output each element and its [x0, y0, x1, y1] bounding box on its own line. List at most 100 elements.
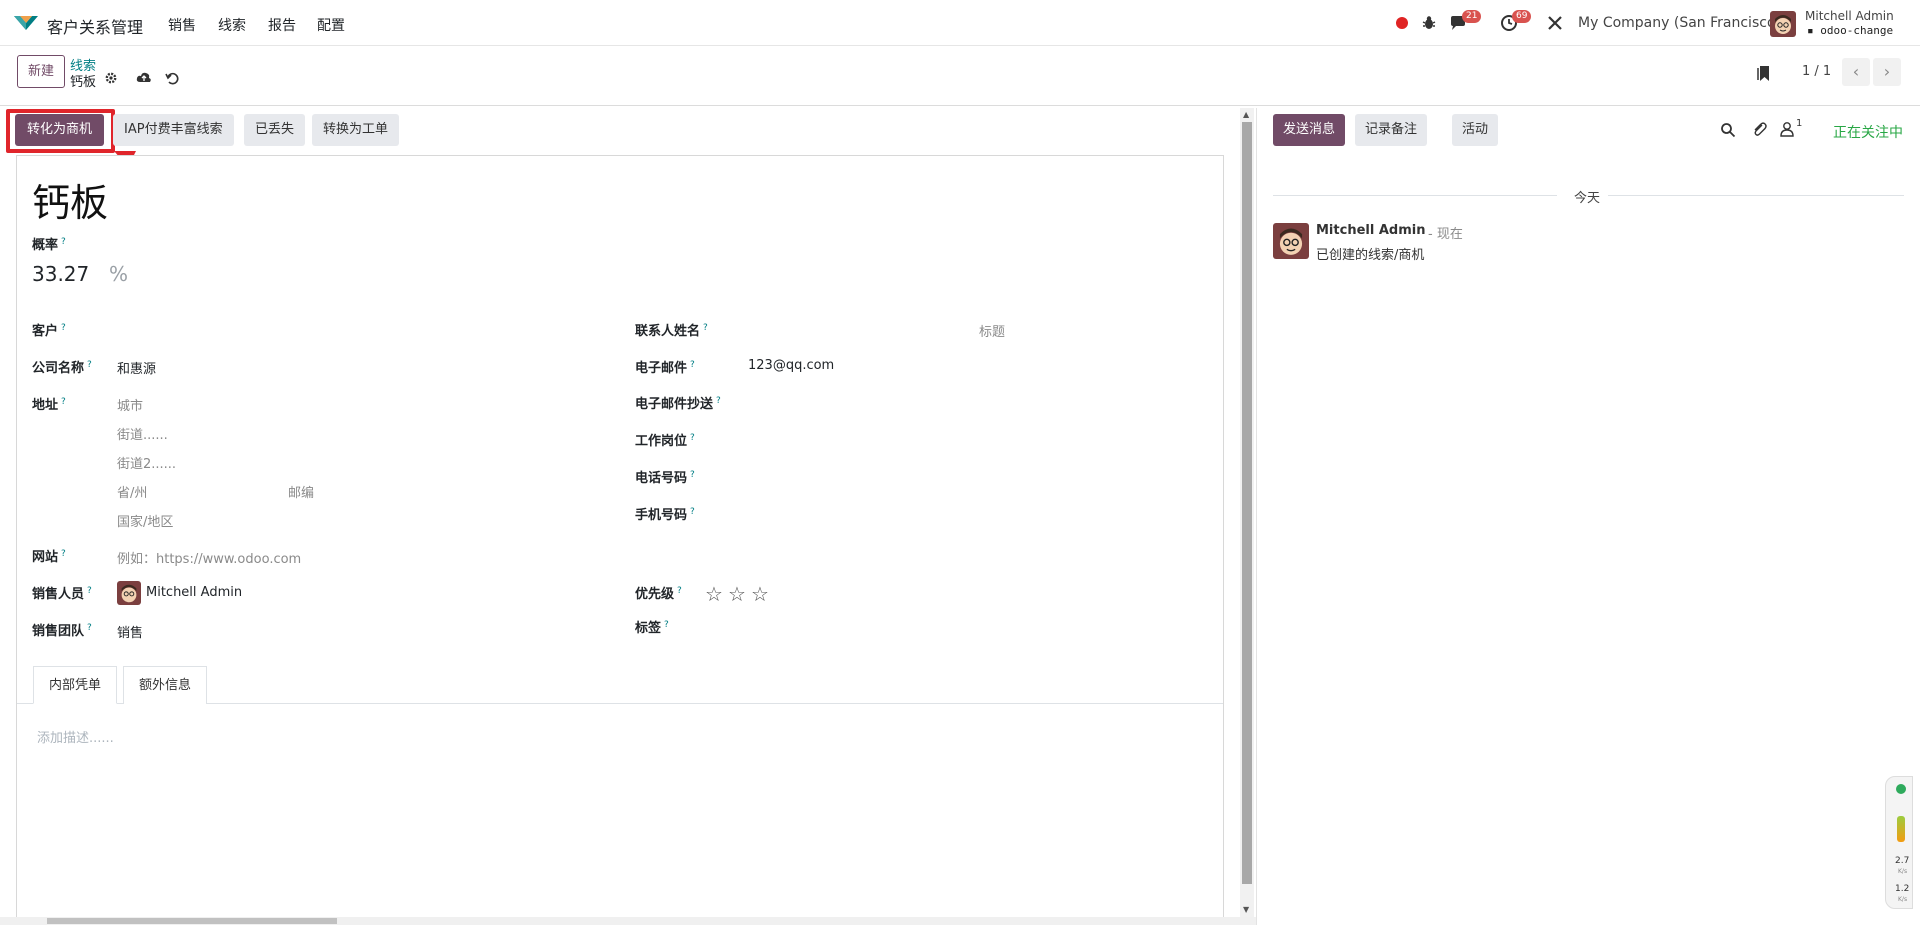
phone-label: 电话号码? [635, 467, 695, 486]
record-status-dot-icon[interactable] [1396, 17, 1408, 29]
priority-label-text: 优先级 [635, 587, 675, 602]
email-input[interactable]: 123@qq.com [748, 358, 834, 373]
bug-icon[interactable] [1420, 14, 1438, 32]
tools-icon[interactable] [1546, 14, 1564, 32]
company-name-input[interactable]: 和惠源 [117, 358, 156, 377]
record-title[interactable]: 钙板 [32, 172, 108, 227]
company-name-label: 公司名称? [32, 357, 92, 376]
user-name[interactable]: Mitchell Admin [1805, 9, 1894, 23]
zip-input[interactable]: 邮编 [288, 482, 314, 501]
menu-configuration[interactable]: 配置 [317, 15, 345, 35]
job-position-label-text: 工作岗位 [635, 434, 688, 449]
database-name: ▪ odoo-change [1807, 24, 1893, 37]
followers-user-icon[interactable] [1780, 121, 1794, 137]
chevron-left-icon: ‹ [1852, 62, 1860, 81]
help-icon[interactable]: ? [87, 360, 92, 370]
app-title[interactable]: 客户关系管理 [47, 14, 143, 38]
upload-speed: 2.7 [1895, 856, 1910, 866]
company-name-label-text: 公司名称 [32, 361, 85, 376]
menu-reporting[interactable]: 报告 [268, 15, 296, 35]
priority-star-icon[interactable]: ☆ [751, 582, 769, 606]
iap-enrich-button[interactable]: IAP付费丰富线索 [113, 114, 234, 146]
activities-button[interactable]: 活动 [1452, 114, 1499, 146]
vertical-scrollbar-thumb[interactable] [1242, 122, 1252, 884]
company-switcher[interactable]: My Company (San Francisco) [1578, 15, 1781, 31]
help-icon[interactable]: ? [87, 623, 92, 633]
help-icon[interactable]: ? [61, 549, 66, 559]
top-navbar: 客户关系管理 销售 线索 报告 配置 21 69 My Company (San… [0, 0, 1920, 46]
city-input[interactable]: 城市 [117, 395, 143, 414]
scroll-down-arrow-icon[interactable]: ▼ [1243, 905, 1249, 914]
description-editor[interactable]: 添加描述...... [37, 727, 114, 746]
address-label: 地址? [32, 394, 66, 413]
email-label-text: 电子邮件 [635, 361, 688, 376]
salesperson-input[interactable]: Mitchell Admin [146, 585, 242, 600]
day-separator-left [1273, 195, 1557, 196]
pager-next-button[interactable]: › [1873, 58, 1901, 86]
bookmark-icon[interactable] [1757, 64, 1771, 82]
tab-extra-info[interactable]: 额外信息 [123, 666, 208, 704]
help-icon[interactable]: ? [61, 237, 66, 247]
database-name-text: odoo-change [1820, 24, 1894, 37]
help-icon[interactable]: ? [664, 620, 669, 630]
signal-bar-icon [1897, 816, 1905, 842]
pager-value[interactable]: 1 / 1 [1802, 64, 1831, 79]
discard-undo-icon[interactable] [165, 71, 179, 85]
mobile-label-text: 手机号码 [635, 508, 688, 523]
probability-label: 概率? [32, 234, 66, 253]
paperclip-icon[interactable] [1751, 121, 1767, 137]
sales-team-label-text: 销售团队 [32, 624, 85, 639]
state-input[interactable]: 省/州 [117, 482, 147, 501]
pager-previous-button[interactable]: ‹ [1842, 58, 1870, 86]
street2-input[interactable]: 街道2...... [117, 453, 176, 472]
help-icon[interactable]: ? [690, 507, 695, 517]
search-icon[interactable] [1720, 122, 1736, 138]
help-icon[interactable]: ? [677, 586, 682, 596]
message-author[interactable]: Mitchell Admin [1316, 223, 1425, 238]
cloud-save-icon[interactable] [136, 70, 152, 84]
contact-name-input[interactable] [748, 320, 968, 338]
website-input[interactable]: 例如：https://www.odoo.com [117, 548, 301, 567]
customer-label-text: 客户 [32, 324, 59, 339]
help-icon[interactable]: ? [690, 470, 695, 480]
following-status[interactable]: 正在关注中 [1833, 122, 1903, 142]
street-input[interactable]: 街道...... [117, 424, 168, 443]
salesperson-avatar [117, 581, 141, 605]
customer-input[interactable] [117, 320, 597, 338]
sales-team-label: 销售团队? [32, 620, 92, 639]
salesperson-label: 销售人员? [32, 583, 92, 602]
convert-to-ticket-button[interactable]: 转换为工单 [312, 114, 400, 146]
mark-lost-button[interactable]: 已丢失 [244, 114, 306, 146]
sales-team-input[interactable]: 销售 [117, 622, 143, 641]
log-note-button[interactable]: 记录备注 [1355, 114, 1428, 146]
menu-leads[interactable]: 线索 [218, 15, 246, 35]
new-button[interactable]: 新建 [17, 55, 65, 88]
user-avatar[interactable] [1770, 11, 1796, 37]
message-author-avatar[interactable] [1273, 223, 1309, 259]
priority-star-icon[interactable]: ☆ [728, 582, 746, 606]
contact-title-input[interactable]: 标题 [979, 321, 1005, 340]
menu-sales[interactable]: 销售 [168, 15, 196, 35]
country-input[interactable]: 国家/地区 [117, 511, 173, 530]
help-icon[interactable]: ? [87, 586, 92, 596]
help-icon[interactable]: ? [690, 360, 695, 370]
scroll-up-arrow-icon[interactable]: ▲ [1243, 110, 1249, 119]
salesperson-label-text: 销售人员 [32, 587, 85, 602]
help-icon[interactable]: ? [690, 433, 695, 443]
follower-count[interactable]: 1 [1796, 118, 1802, 129]
upload-speed-unit: K/s [1898, 868, 1908, 875]
help-icon[interactable]: ? [61, 397, 66, 407]
help-icon[interactable]: ? [61, 323, 66, 333]
download-speed: 1.2 [1895, 884, 1910, 894]
help-icon[interactable]: ? [703, 323, 708, 333]
priority-star-icon[interactable]: ☆ [705, 582, 723, 606]
gear-icon[interactable] [104, 71, 118, 85]
email-cc-label: 电子邮件抄送? [635, 393, 721, 412]
tab-internal-notes[interactable]: 内部凭单 [33, 666, 118, 704]
horizontal-scrollbar-thumb[interactable] [47, 918, 337, 924]
messages-badge: 21 [1462, 10, 1482, 23]
probability-input[interactable]: 33.27 [32, 262, 89, 286]
send-message-button[interactable]: 发送消息 [1273, 114, 1346, 146]
help-icon[interactable]: ? [716, 396, 721, 406]
app-logo-icon[interactable] [12, 14, 40, 32]
